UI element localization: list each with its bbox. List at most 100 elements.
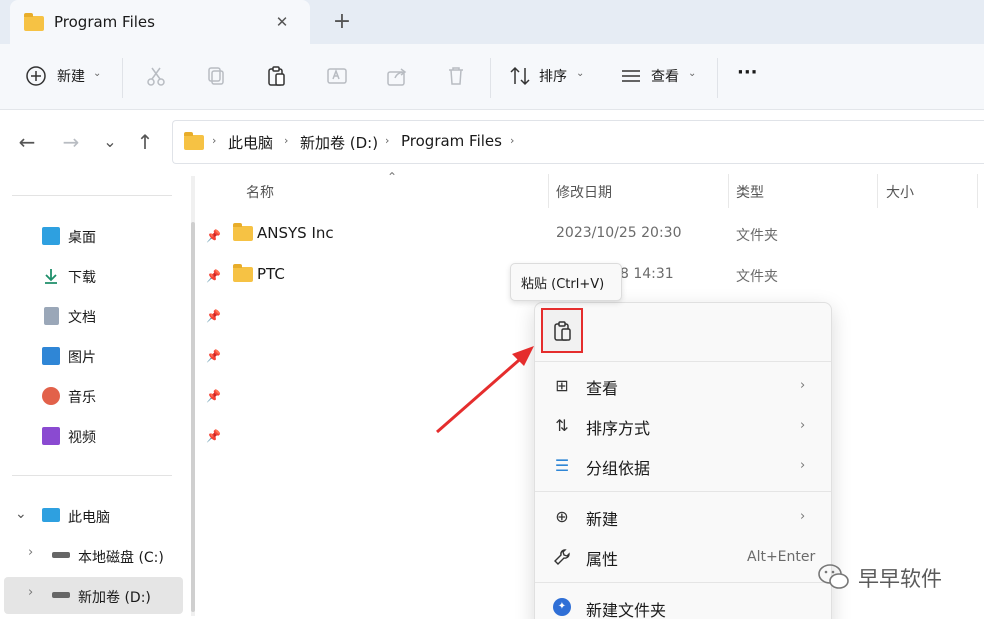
tooltip-text: 粘贴 (Ctrl+V) bbox=[521, 277, 605, 292]
chevron-right-icon: › bbox=[800, 418, 806, 433]
file-modified: 8 14:31 bbox=[620, 266, 674, 282]
up-button[interactable]: ↑ bbox=[133, 130, 157, 154]
chevron-down-icon[interactable]: ⌄ bbox=[93, 68, 101, 79]
sidebar-item-label: 文档 bbox=[68, 310, 96, 326]
menu-item-new-folder[interactable] bbox=[538, 590, 828, 619]
delete-icon[interactable] bbox=[444, 64, 468, 88]
column-header-modified[interactable]: 修改日期 bbox=[556, 182, 612, 202]
sidebar-item-pictures[interactable]: 图片 📌 bbox=[42, 340, 221, 372]
paste-icon[interactable] bbox=[551, 319, 575, 343]
close-tab-icon[interactable]: ✕ bbox=[270, 10, 294, 34]
cut-icon[interactable] bbox=[144, 64, 168, 88]
sidebar-item-drive-c[interactable]: 本地磁盘 (C:) bbox=[52, 540, 192, 572]
menu-divider bbox=[535, 361, 831, 362]
menu-item-sort[interactable] bbox=[538, 408, 828, 444]
menu-item-label: 属性 bbox=[586, 550, 619, 569]
collapse-chevron-icon[interactable]: ⌄ bbox=[15, 506, 27, 522]
menu-item-group-by[interactable] bbox=[538, 448, 828, 484]
file-name[interactable]: PTC bbox=[257, 265, 285, 283]
sidebar-item-label: 音乐 bbox=[68, 390, 96, 406]
copy-icon[interactable] bbox=[204, 64, 228, 88]
menu-item-view[interactable] bbox=[538, 368, 828, 404]
sidebar-item-documents[interactable]: 文档 📌 bbox=[42, 300, 221, 332]
add-icon: ⊕ bbox=[555, 507, 569, 526]
sidebar-scrollbar-thumb[interactable] bbox=[191, 222, 195, 612]
breadcrumb-separator: › bbox=[284, 134, 289, 147]
pin-icon[interactable]: 📌 bbox=[206, 349, 221, 363]
breadcrumb-separator: › bbox=[510, 134, 515, 147]
sidebar-item-videos[interactable]: 视频 📌 bbox=[42, 420, 221, 452]
sidebar-item-downloads[interactable]: 下载 📌 bbox=[42, 260, 221, 292]
breadcrumb-separator: › bbox=[212, 134, 217, 147]
breadcrumb-separator: › bbox=[385, 134, 390, 147]
chevron-right-icon: › bbox=[800, 378, 806, 393]
wechat-logo-icon bbox=[818, 564, 849, 589]
menu-item-new[interactable] bbox=[538, 499, 828, 535]
folder-icon bbox=[184, 132, 204, 150]
file-name[interactable]: ANSYS Inc bbox=[257, 224, 334, 242]
share-icon[interactable] bbox=[385, 64, 409, 88]
menu-item-label: 排序方式 bbox=[586, 419, 651, 438]
sidebar-item-this-pc[interactable]: 此电脑 bbox=[42, 500, 182, 532]
rename-icon[interactable] bbox=[325, 64, 349, 88]
sort-icon: ⇅ bbox=[555, 416, 569, 435]
divider bbox=[122, 58, 123, 98]
divider bbox=[717, 58, 718, 98]
menu-item-label: 新建文件夹 bbox=[586, 601, 667, 619]
chevron-down-icon[interactable]: ⌄ bbox=[688, 68, 696, 79]
document-icon bbox=[44, 307, 59, 325]
sidebar-item-music[interactable]: 音乐 📌 bbox=[42, 380, 221, 412]
drive-icon bbox=[52, 552, 70, 558]
sidebar-item-label: 图片 bbox=[68, 350, 96, 366]
chevron-down-icon[interactable]: ⌄ bbox=[576, 68, 584, 79]
grid-icon: ⊞ bbox=[555, 376, 569, 395]
sidebar-item-label: 桌面 bbox=[68, 230, 96, 246]
picture-icon bbox=[42, 347, 60, 365]
breadcrumb-drive-d[interactable]: 新加卷 (D:) bbox=[300, 132, 378, 153]
sidebar-item-label: 新加卷 (D:) bbox=[78, 590, 151, 606]
more-options-button[interactable]: ··· bbox=[737, 62, 758, 83]
sidebar-item-label: 下载 bbox=[68, 270, 96, 286]
wrench-icon bbox=[554, 549, 570, 565]
sort-button[interactable]: 排序 bbox=[539, 66, 567, 86]
view-button[interactable]: 查看 bbox=[651, 66, 679, 86]
column-header-name[interactable]: 名称 bbox=[246, 182, 274, 202]
column-divider[interactable] bbox=[877, 174, 878, 208]
view-icon bbox=[622, 70, 640, 82]
folder-icon bbox=[233, 264, 253, 282]
add-icon bbox=[26, 66, 46, 86]
pin-icon[interactable]: 📌 bbox=[206, 389, 221, 403]
folder-icon bbox=[24, 13, 44, 31]
pin-icon[interactable]: 📌 bbox=[206, 429, 221, 443]
breadcrumb-program-files[interactable]: Program Files bbox=[401, 132, 502, 150]
column-divider[interactable] bbox=[977, 174, 978, 208]
file-modified: 2023/10/25 20:30 bbox=[556, 225, 682, 241]
sidebar-item-desktop[interactable]: 桌面 📌 bbox=[42, 220, 221, 252]
paste-icon[interactable] bbox=[265, 64, 289, 88]
sort-icon bbox=[510, 66, 530, 86]
column-divider[interactable] bbox=[548, 174, 549, 208]
expand-chevron-icon[interactable]: › bbox=[28, 545, 33, 560]
sidebar-item-label: 此电脑 bbox=[68, 510, 110, 526]
divider bbox=[490, 58, 491, 98]
chevron-right-icon: › bbox=[800, 509, 806, 524]
back-button[interactable]: ← bbox=[15, 130, 39, 154]
file-type: 文件夹 bbox=[736, 269, 778, 285]
column-header-type[interactable]: 类型 bbox=[736, 182, 764, 202]
column-divider[interactable] bbox=[728, 174, 729, 208]
new-button[interactable]: 新建 bbox=[57, 66, 85, 86]
new-tab-button[interactable]: + bbox=[328, 8, 356, 36]
forward-button[interactable]: → bbox=[59, 130, 83, 154]
column-header-size[interactable]: 大小 bbox=[886, 182, 914, 202]
pin-icon[interactable]: 📌 bbox=[206, 309, 221, 323]
computer-icon bbox=[42, 508, 60, 522]
sidebar-item-drive-d[interactable]: 新加卷 (D:) bbox=[52, 580, 192, 612]
video-icon bbox=[42, 427, 60, 445]
address-bar[interactable] bbox=[172, 120, 984, 164]
expand-chevron-icon[interactable]: › bbox=[28, 585, 33, 600]
sort-ascending-icon: ⌃ bbox=[387, 170, 398, 184]
breadcrumb-this-pc[interactable]: 此电脑 bbox=[228, 132, 273, 153]
recent-locations-button[interactable]: ⌄ bbox=[98, 130, 122, 154]
menu-item-label: 查看 bbox=[586, 379, 619, 398]
watermark-text: 早早软件 bbox=[858, 567, 942, 591]
